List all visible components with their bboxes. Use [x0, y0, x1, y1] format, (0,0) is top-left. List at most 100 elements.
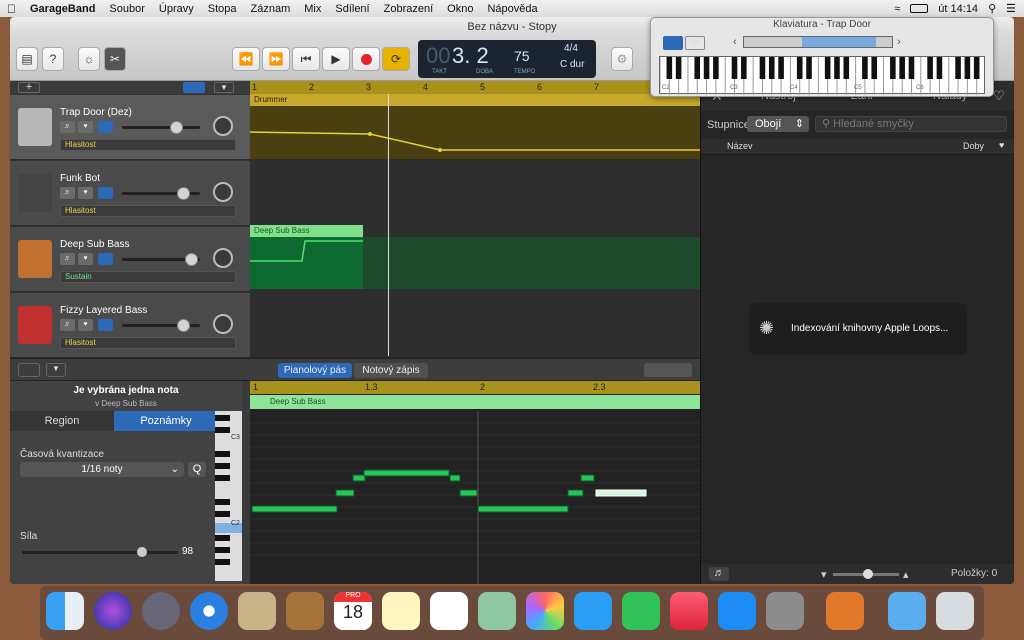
search-icon[interactable]: ⚲: [988, 2, 996, 15]
volume-slider[interactable]: [122, 187, 200, 200]
lcd-display[interactable]: 00 3. 2 TAKT DOBA 75 TEMPO 4/4 C dur: [418, 40, 596, 78]
battery-icon[interactable]: [910, 4, 929, 13]
timeline-ruler[interactable]: 1 2 3 4 5 6 7: [250, 81, 700, 94]
clock[interactable]: út 14:14: [938, 3, 978, 15]
siri-icon[interactable]: [94, 592, 132, 630]
col-beats[interactable]: Doby: [963, 141, 984, 151]
add-track-button[interactable]: +: [18, 82, 40, 93]
track-header[interactable]: Funk Bot ♬ ♥ Hlasitost: [10, 161, 250, 226]
volume-knob[interactable]: [185, 253, 198, 266]
track-automation-button[interactable]: [98, 319, 113, 331]
play-button[interactable]: ▶: [322, 47, 350, 71]
tab-piano-roll[interactable]: Pianolový pás: [278, 363, 352, 378]
menu-napoveda[interactable]: Nápověda: [480, 3, 544, 15]
finder-icon[interactable]: [46, 592, 84, 630]
playhead[interactable]: [388, 94, 389, 356]
launchpad-icon[interactable]: [142, 592, 180, 630]
editor-region-bar[interactable]: Deep Sub Bass: [250, 395, 700, 409]
menu-app[interactable]: GarageBand: [23, 3, 102, 15]
deep-sub-bass-region[interactable]: Deep Sub Bass: [250, 225, 363, 289]
note[interactable]: [449, 474, 461, 482]
cycle-button[interactable]: ⟳: [382, 47, 410, 71]
go-to-start-button[interactable]: ⏮: [292, 47, 320, 71]
safari-icon[interactable]: [190, 592, 228, 630]
piano-roll-grid[interactable]: 1 1.3 2 2.3 Deep Sub Bass: [250, 381, 700, 584]
menu-stopa[interactable]: Stopa: [201, 3, 244, 15]
record-button[interactable]: [352, 47, 380, 71]
system-preferences-icon[interactable]: [766, 592, 804, 630]
photos-icon[interactable]: [526, 592, 564, 630]
track-automation-button[interactable]: [98, 121, 113, 133]
keyboard-keys[interactable]: C2 C3 C4 C5 C6: [659, 56, 985, 95]
pan-knob[interactable]: [213, 116, 233, 136]
note[interactable]: [363, 469, 450, 477]
note[interactable]: [352, 474, 366, 482]
volume-slider[interactable]: [122, 253, 200, 266]
note[interactable]: [251, 505, 338, 513]
garageband-icon[interactable]: [826, 592, 864, 630]
menu-soubor[interactable]: Soubor: [102, 3, 151, 15]
col-name[interactable]: Název: [727, 141, 753, 151]
facetime-icon[interactable]: [622, 592, 660, 630]
piano-keys[interactable]: C3 C2: [215, 411, 242, 581]
velocity-slider-knob[interactable]: [137, 547, 148, 557]
automation-param-select[interactable]: Hlasitost: [60, 139, 236, 151]
headphones-icon[interactable]: ♥: [78, 319, 93, 331]
menu-zaznam[interactable]: Záznam: [244, 3, 298, 15]
automation-param-select[interactable]: Hlasitost: [60, 205, 236, 217]
mail-icon[interactable]: [238, 592, 276, 630]
mute-icon[interactable]: ♬: [60, 187, 75, 199]
volume-slider[interactable]: [122, 121, 200, 134]
mute-icon[interactable]: ♬: [60, 253, 75, 265]
volume-knob[interactable]: [177, 319, 190, 332]
mute-icon[interactable]: ♬: [60, 319, 75, 331]
menu-upravy[interactable]: Úpravy: [152, 3, 201, 15]
scale-select[interactable]: Obojí ⇕: [747, 116, 809, 132]
col-favorite-icon[interactable]: ♥: [999, 140, 1004, 150]
track-header[interactable]: Deep Sub Bass ♬ ♥ Sustain: [10, 227, 250, 292]
automation-param-select[interactable]: Hlasitost: [60, 337, 236, 349]
forward-button[interactable]: ⏩: [262, 47, 290, 71]
volume-slider[interactable]: [122, 319, 200, 332]
mute-icon[interactable]: ♬: [60, 121, 75, 133]
preview-volume-knob[interactable]: [863, 569, 873, 579]
downloads-folder-icon[interactable]: [888, 592, 926, 630]
music-icon[interactable]: [670, 592, 708, 630]
heart-icon[interactable]: ♡: [993, 88, 1005, 104]
track-automation-button[interactable]: [98, 187, 113, 199]
headphones-icon[interactable]: ♥: [78, 121, 93, 133]
headphones-icon[interactable]: ♥: [78, 187, 93, 199]
calendar-icon[interactable]: PRO 18: [334, 592, 372, 630]
quantize-button[interactable]: Q: [188, 462, 206, 477]
track-automation-button[interactable]: [98, 253, 113, 265]
note[interactable]: [477, 505, 569, 513]
velocity-slider[interactable]: [22, 547, 178, 557]
library-button[interactable]: ▤: [16, 47, 38, 71]
notes-icon[interactable]: [382, 592, 420, 630]
preview-speaker-button[interactable]: ♬: [709, 567, 729, 581]
trash-icon[interactable]: [936, 592, 974, 630]
volume-knob[interactable]: [177, 187, 190, 200]
headphones-icon[interactable]: ♥: [78, 253, 93, 265]
app-store-icon[interactable]: [718, 592, 756, 630]
control-center-icon[interactable]: ☰: [1006, 2, 1016, 15]
contacts-icon[interactable]: [286, 592, 324, 630]
octave-right-icon[interactable]: ›: [897, 36, 901, 48]
note[interactable]: [567, 489, 584, 497]
editor-automation-toggle[interactable]: [18, 363, 40, 377]
filter-toggle[interactable]: ▼: [214, 82, 234, 93]
track-header[interactable]: Fizzy Layered Bass ♬ ♥ Hlasitost: [10, 293, 250, 358]
pan-knob[interactable]: [213, 314, 233, 334]
smart-controls-button[interactable]: ☼: [78, 47, 100, 71]
keyboard-range-overview[interactable]: [743, 36, 893, 48]
help-button[interactable]: ?: [42, 47, 64, 71]
tab-notes[interactable]: Poznámky: [114, 411, 218, 431]
editors-button[interactable]: ✂: [104, 47, 126, 71]
menu-mix[interactable]: Mix: [297, 3, 328, 15]
typing-mode-button[interactable]: ⌨: [685, 36, 705, 50]
note[interactable]: [459, 489, 478, 497]
track-header[interactable]: Trap Door (Dez) ♬ ♥ Hlasitost: [10, 95, 250, 160]
octave-left-icon[interactable]: ‹: [733, 36, 737, 48]
piano-mode-button[interactable]: [663, 36, 683, 50]
automation-toggle[interactable]: [183, 82, 205, 93]
